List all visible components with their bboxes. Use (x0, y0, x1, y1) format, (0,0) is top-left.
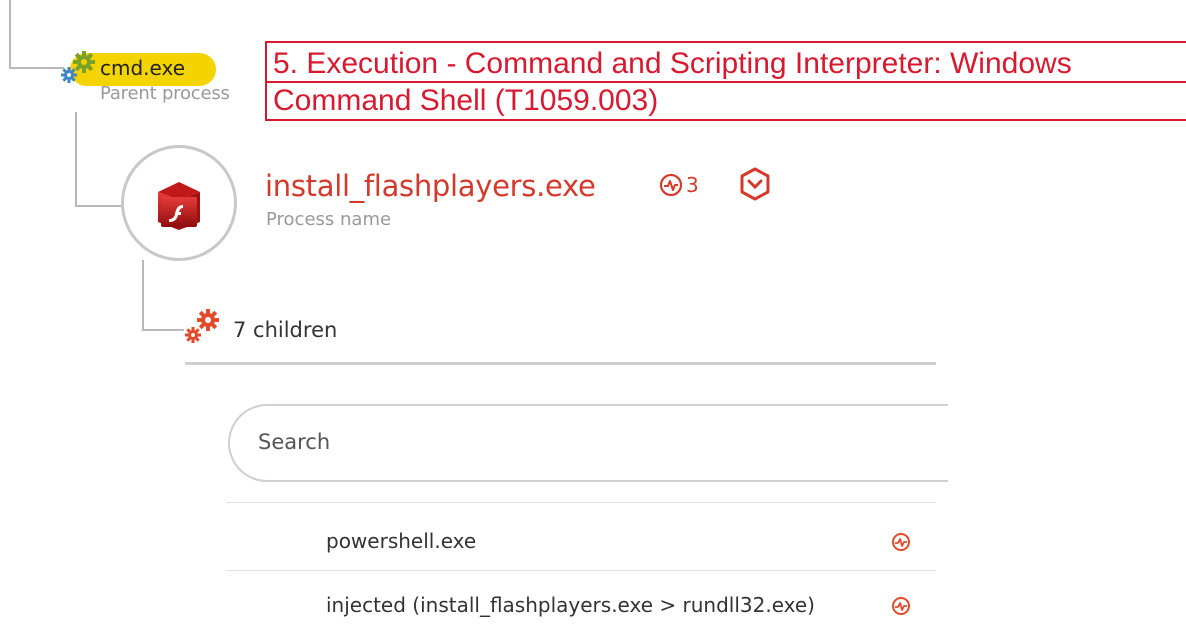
annotation-line-1: 5. Execution - Command and Scripting Int… (273, 47, 1072, 80)
tree-line-top-horizontal (9, 67, 64, 69)
tree-line-top-vertical (9, 0, 11, 68)
list-item[interactable]: powershell.exe (326, 527, 476, 555)
process-name[interactable]: install_flashplayers.exe (265, 168, 596, 204)
alert-icon[interactable] (891, 532, 911, 552)
mitre-shield-icon[interactable] (737, 166, 773, 202)
tree-line-low-vertical (142, 260, 144, 330)
alert-count[interactable]: 3 (686, 172, 699, 198)
parent-process-name[interactable]: cmd.exe (100, 55, 185, 81)
tree-line-mid-horizontal (75, 205, 123, 207)
search-placeholder: Search (258, 430, 331, 454)
annotation-divider (265, 81, 1186, 83)
gears-red-icon (185, 309, 219, 343)
process-name-label: Process name (266, 209, 392, 230)
parent-process-label: Parent process (100, 83, 230, 104)
alert-icon[interactable] (891, 596, 911, 616)
row-divider (226, 570, 936, 571)
annotation-line-2: Command Shell (T1059.003) (273, 84, 659, 117)
flash-box-icon (158, 182, 200, 230)
alert-icon[interactable] (658, 172, 684, 198)
gears-icon (61, 51, 95, 83)
search-input[interactable] (228, 404, 948, 482)
tree-line-low-horizontal (142, 329, 184, 331)
children-toggle[interactable]: 7 children (233, 316, 337, 344)
row-divider (226, 502, 936, 503)
tree-line-mid-vertical (75, 112, 77, 206)
list-item[interactable]: injected (install_flashplayers.exe > run… (326, 591, 815, 619)
